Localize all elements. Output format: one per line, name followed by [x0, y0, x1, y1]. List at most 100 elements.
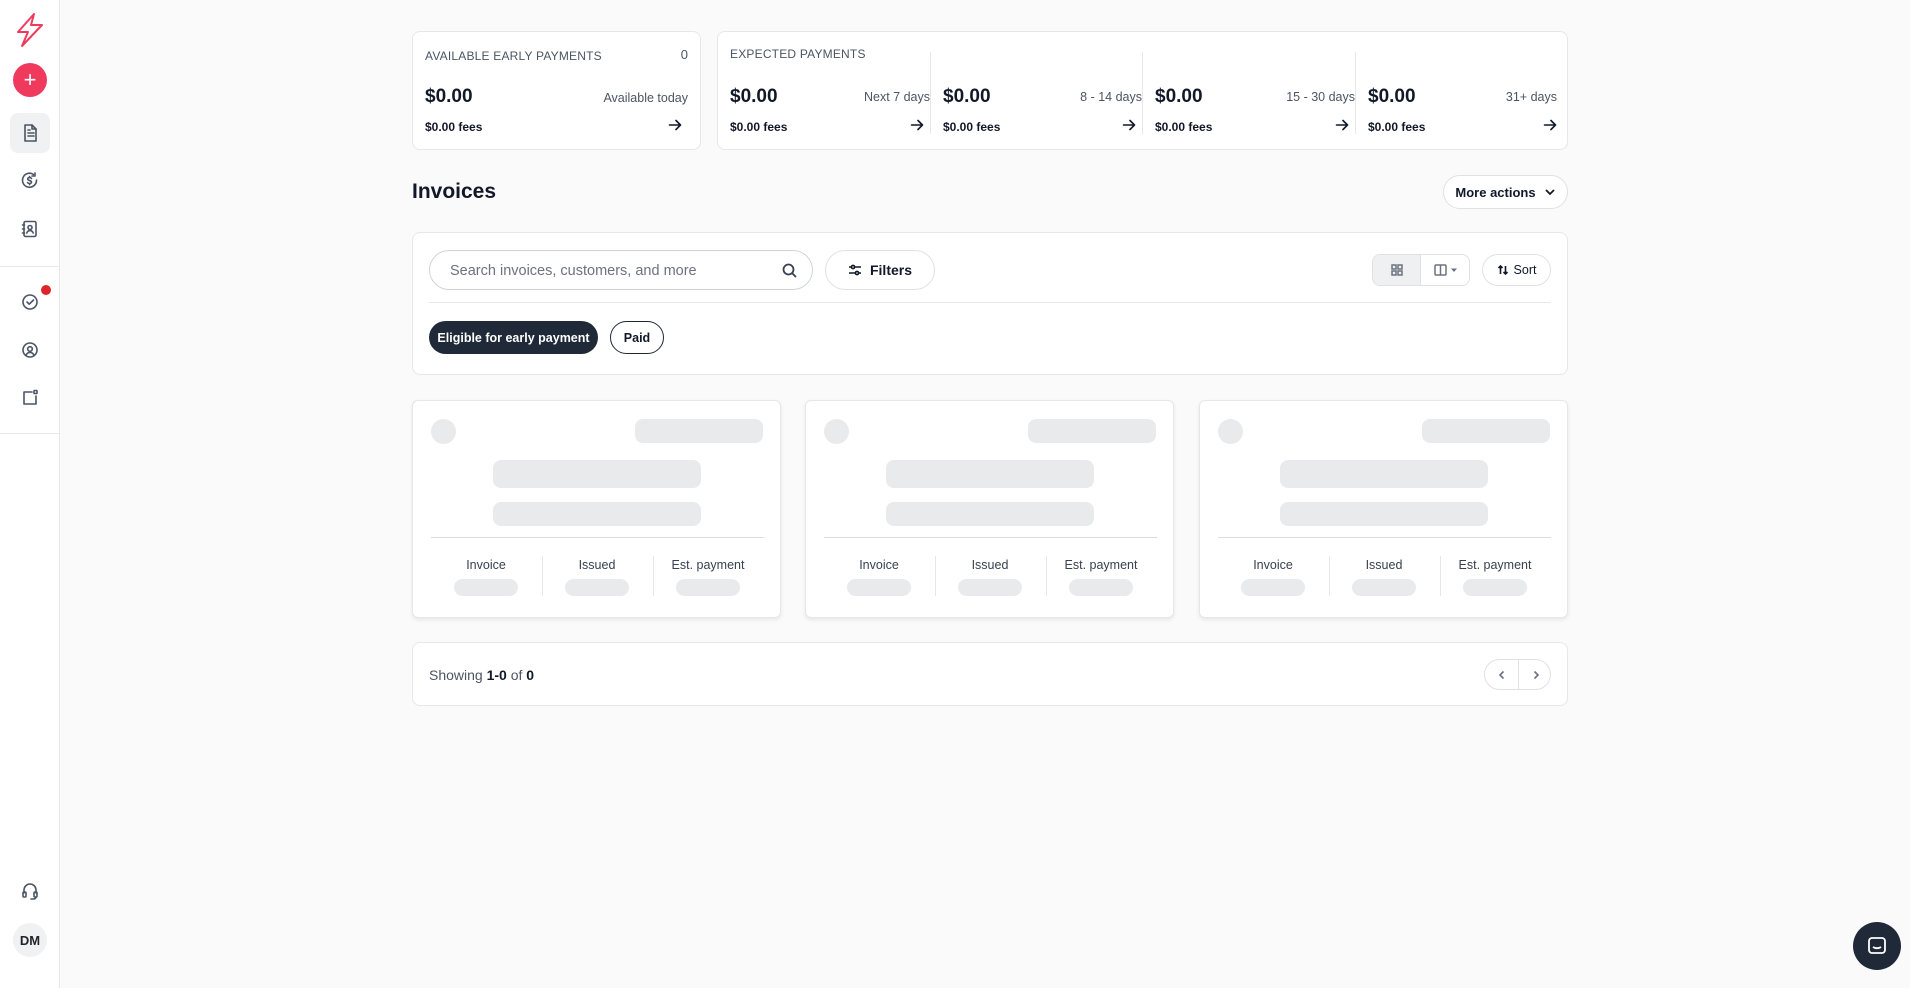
chat-icon [1868, 937, 1886, 954]
column-label-invoice: Invoice [466, 558, 506, 572]
skeleton-placeholder [886, 502, 1094, 526]
chip-paid[interactable]: Paid [610, 321, 664, 354]
invoice-card-skeleton: Invoice Issued Est. payment [1199, 400, 1568, 618]
column-label-issued: Issued [578, 558, 616, 572]
column-label-issued: Issued [1365, 558, 1403, 572]
bucket-amount: $0.00 [1368, 86, 1416, 107]
sidebar-item-support[interactable] [10, 871, 50, 911]
early-payments-range: Available today [603, 91, 688, 105]
sidebar-item-contacts[interactable] [10, 209, 50, 249]
panel-divider [429, 302, 1551, 303]
page-title: Invoices [412, 180, 497, 203]
pagination-of: of [510, 667, 523, 683]
skeleton-placeholder [958, 579, 1022, 596]
filters-label: Filters [869, 262, 912, 278]
column-label-issued: Issued [971, 558, 1009, 572]
bucket-range: 31+ days [1505, 90, 1557, 104]
next-page-button[interactable] [1519, 660, 1552, 689]
skeleton-placeholder [431, 419, 456, 444]
skeleton-placeholder [1463, 579, 1527, 596]
chevron-down-icon [1544, 189, 1555, 196]
bucket-divider [930, 52, 931, 134]
skeleton-placeholder [1422, 419, 1550, 443]
card-divider [824, 537, 1157, 538]
bucket-amount: $0.00 [1155, 86, 1203, 107]
arrow-right-icon[interactable] [910, 118, 924, 132]
previous-page-button[interactable] [1485, 660, 1518, 689]
chat-launcher-button[interactable] [1853, 922, 1901, 970]
bucket-amount: $0.00 [943, 86, 991, 107]
bucket-divider [1355, 52, 1356, 134]
sliders-icon [848, 264, 861, 276]
chip-eligible-early-payment[interactable]: Eligible for early payment [429, 321, 598, 354]
new-button[interactable]: + [13, 63, 47, 97]
arrow-right-icon[interactable] [668, 118, 682, 132]
search-box [429, 250, 813, 290]
grid-view-button[interactable] [1373, 255, 1421, 285]
skeleton-placeholder [1028, 419, 1156, 443]
skeleton-placeholder [1280, 502, 1488, 526]
expected-bucket[interactable]: $0.00 8 - 14 days $0.00 fees [943, 32, 1142, 149]
pagination-bar [412, 642, 1568, 706]
bucket-range: 15 - 30 days [1286, 90, 1355, 104]
plus-icon: + [23, 67, 37, 92]
arrow-right-icon[interactable] [1543, 118, 1557, 132]
sidebar-divider [0, 266, 60, 267]
view-toggle [1372, 254, 1470, 286]
column-label-est-payment: Est. payment [1064, 558, 1138, 572]
more-actions-button[interactable]: More actions [1443, 175, 1568, 209]
sidebar-item-account[interactable] [10, 330, 50, 370]
column-label-est-payment: Est. payment [671, 558, 745, 572]
grid-icon [1390, 264, 1403, 276]
card-divider [1218, 537, 1551, 538]
sort-arrows-icon [1497, 264, 1508, 276]
column-label-invoice: Invoice [1253, 558, 1293, 572]
check-circle-icon [22, 294, 38, 310]
headset-icon [22, 883, 38, 900]
early-payments-count: 0 [680, 47, 688, 62]
arrow-right-icon[interactable] [1122, 118, 1136, 132]
logo-bolt-icon[interactable] [14, 12, 46, 48]
early-payments-amount: $0.00 [425, 86, 473, 107]
contacts-book-icon [21, 220, 37, 238]
search-icon[interactable] [781, 262, 798, 279]
bucket-divider [1142, 52, 1143, 134]
filters-button[interactable]: Filters [825, 250, 935, 290]
bucket-fees: $0.00 fees [1155, 120, 1213, 134]
columns-view-button[interactable] [1422, 255, 1469, 285]
skeleton-placeholder [1218, 419, 1243, 444]
expected-bucket[interactable]: $0.00 Next 7 days $0.00 fees [730, 32, 930, 149]
early-payments-card: AVAILABLE EARLY PAYMENTS 0 $0.00 Availab… [412, 31, 701, 150]
sidebar-item-external[interactable] [10, 378, 50, 418]
sidebar: + DM [0, 0, 60, 988]
bucket-fees: $0.00 fees [730, 120, 788, 134]
bucket-fees: $0.00 fees [943, 120, 1001, 134]
skeleton-placeholder [676, 579, 740, 596]
expected-bucket[interactable]: $0.00 31+ days $0.00 fees [1368, 32, 1557, 149]
external-box-icon [23, 389, 38, 405]
pagination-total: 0 [526, 667, 535, 683]
skeleton-placeholder [824, 419, 849, 444]
skeleton-placeholder [454, 579, 518, 596]
skeleton-placeholder [847, 579, 911, 596]
sort-button[interactable]: Sort [1482, 254, 1551, 286]
skeleton-placeholder [886, 460, 1094, 488]
user-avatar[interactable]: DM [13, 923, 47, 957]
sidebar-item-invoices[interactable] [10, 113, 50, 153]
pagination-summary: Showing 1-0 of 0 [429, 667, 534, 683]
early-payments-label: AVAILABLE EARLY PAYMENTS [425, 49, 602, 63]
column-label-invoice: Invoice [859, 558, 899, 572]
sidebar-divider [0, 433, 60, 434]
pagination-prefix: Showing [429, 667, 483, 683]
column-label-est-payment: Est. payment [1458, 558, 1532, 572]
user-circle-icon [22, 342, 38, 358]
search-input[interactable] [450, 260, 770, 282]
sort-label: Sort [1513, 263, 1537, 277]
skeleton-placeholder [635, 419, 763, 443]
sidebar-item-payments[interactable] [10, 161, 50, 201]
invoice-card-skeleton: Invoice Issued Est. payment [412, 400, 781, 618]
early-payments-fees: $0.00 fees [425, 120, 483, 134]
expected-bucket[interactable]: $0.00 15 - 30 days $0.00 fees [1155, 32, 1355, 149]
arrow-right-icon[interactable] [1335, 118, 1349, 132]
card-divider [431, 537, 764, 538]
